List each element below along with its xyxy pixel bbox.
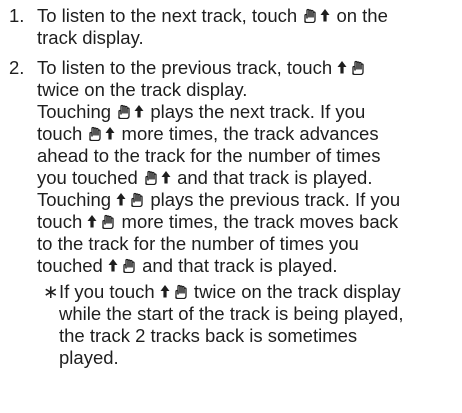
- previous-track-icon: [160, 284, 189, 299]
- next-track-icon: [87, 126, 116, 141]
- note-line-4: played.: [59, 347, 119, 369]
- previous-track-icon: [337, 60, 366, 75]
- text-run: touch: [37, 211, 88, 232]
- note-line-2: while the start of the track is being pl…: [59, 303, 404, 325]
- step-2-line-2: twice on the track display.: [37, 79, 247, 101]
- text-run: to the track for the number of times you: [37, 233, 359, 254]
- text-run: To listen to the next track, touch: [37, 5, 303, 26]
- text-run: played.: [59, 347, 119, 368]
- note-asterisk: ∗: [43, 281, 59, 302]
- note-line-1: If you touch twice on the track display: [59, 281, 401, 303]
- step-number: 1.: [9, 5, 25, 26]
- step-1-line-1: To listen to the next track, touch on th…: [37, 5, 388, 27]
- text-run: more times, the track advances: [116, 123, 379, 144]
- note-line-3: the track 2 tracks back is sometimes: [59, 325, 357, 347]
- text-run: If you touch: [59, 281, 160, 302]
- text-run: Touching: [37, 101, 117, 122]
- text-run: and that track is played.: [136, 255, 338, 276]
- step-2-line-7: Touching plays the previous track. If yo…: [37, 189, 400, 211]
- text-run: on the: [331, 5, 388, 26]
- text-run: while the start of the track is being pl…: [59, 303, 404, 324]
- step-2-line-6: you touched and that track is played.: [37, 167, 372, 189]
- text-run: ahead to the track for the number of tim…: [37, 145, 381, 166]
- step-2-line-9: to the track for the number of times you: [37, 233, 359, 255]
- text-run: more times, the track moves back: [116, 211, 399, 232]
- next-track-icon: [116, 104, 145, 119]
- next-track-icon: [302, 8, 331, 23]
- text-run: track display.: [37, 27, 144, 48]
- text-run: To listen to the previous track, touch: [37, 57, 338, 78]
- previous-track-icon: [87, 214, 116, 229]
- text-run: twice on the track display.: [37, 79, 248, 100]
- previous-track-icon: [116, 192, 145, 207]
- step-1-line-2: track display.: [37, 27, 144, 49]
- text-run: touch: [37, 123, 88, 144]
- text-run: plays the next track. If you: [145, 101, 366, 122]
- previous-track-icon: [108, 258, 137, 273]
- step-2-line-8: touch more times, the track moves back: [37, 211, 398, 233]
- text-run: the track 2 tracks back is sometimes: [59, 325, 358, 346]
- text-run: twice on the track display: [188, 281, 401, 302]
- instruction-document: 1. To listen to the next track, touch on…: [0, 0, 462, 413]
- text-run: plays the previous track. If you: [145, 189, 401, 210]
- text-run: Touching: [37, 189, 117, 210]
- step-number: 2.: [9, 57, 25, 78]
- step-2-line-10: touched and that track is played.: [37, 255, 338, 277]
- next-track-icon: [143, 170, 172, 185]
- step-2-line-3: Touching plays the next track. If you: [37, 101, 365, 123]
- text-run: touched: [37, 255, 108, 276]
- step-2-line-4: touch more times, the track advances: [37, 123, 379, 145]
- text-run: and that track is played.: [171, 167, 373, 188]
- step-2-line-5: ahead to the track for the number of tim…: [37, 145, 380, 167]
- text-run: you touched: [37, 167, 143, 188]
- step-2-line-1: To listen to the previous track, touch: [37, 57, 366, 79]
